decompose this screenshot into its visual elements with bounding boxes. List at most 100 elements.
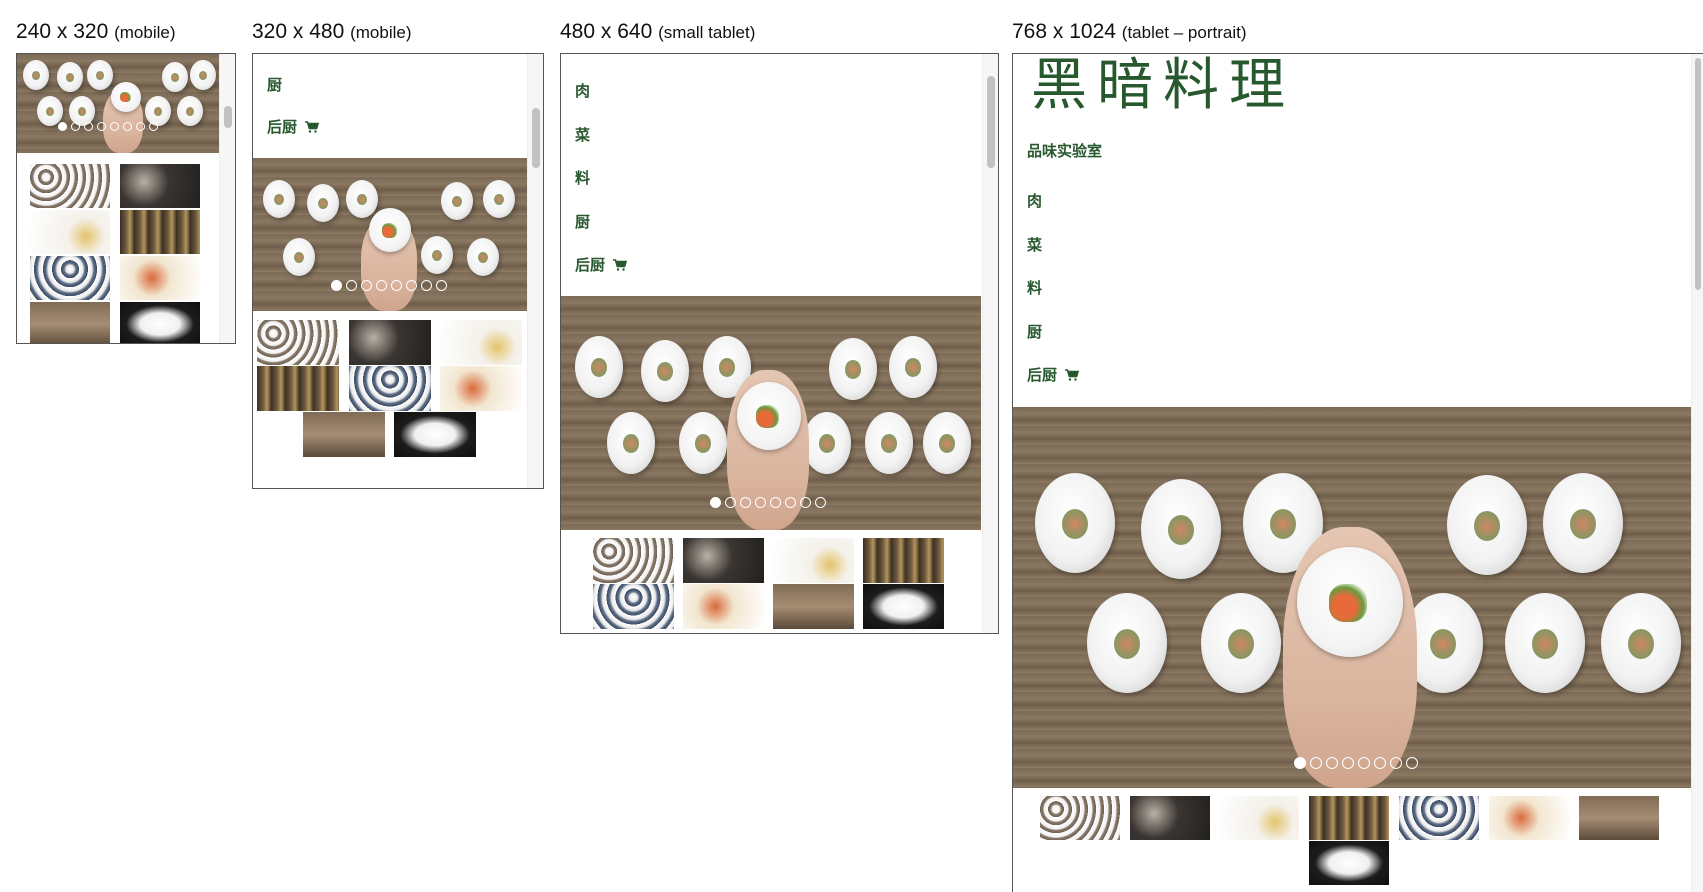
carousel-dot[interactable]: [800, 497, 811, 508]
gallery-thumbnail[interactable]: [683, 584, 764, 629]
scrollbar[interactable]: [1691, 54, 1703, 892]
gallery-thumbnail[interactable]: [1489, 796, 1569, 840]
bowl-image: [467, 238, 499, 276]
gallery-thumbnail[interactable]: [440, 320, 522, 365]
gallery-thumbnail[interactable]: [120, 302, 200, 343]
carousel-dot[interactable]: [725, 497, 736, 508]
hero-carousel[interactable]: [253, 158, 528, 311]
gallery-thumbnail[interactable]: [303, 412, 385, 457]
carousel-dot[interactable]: [58, 122, 67, 131]
carousel-dot[interactable]: [421, 280, 432, 291]
gallery-thumbnail[interactable]: [863, 538, 944, 583]
carousel-dot[interactable]: [1310, 757, 1322, 769]
gallery-thumbnail[interactable]: [593, 584, 674, 629]
hero-carousel[interactable]: [1013, 407, 1692, 788]
scrollbar-thumb[interactable]: [1695, 58, 1701, 290]
carousel-dot[interactable]: [84, 122, 93, 131]
viewport-frame-480[interactable]: 肉 菜 料 厨 后厨: [560, 53, 999, 634]
nav-link-chef[interactable]: 厨: [575, 211, 590, 232]
nav-link-chef[interactable]: 厨: [267, 74, 282, 95]
gallery-thumbnail[interactable]: [683, 538, 764, 583]
carousel-dot[interactable]: [1406, 757, 1418, 769]
gallery-thumbnail[interactable]: [1579, 796, 1659, 840]
held-bowl-image: [1297, 547, 1403, 657]
carousel-dot[interactable]: [740, 497, 751, 508]
scrollbar-thumb[interactable]: [532, 108, 540, 168]
nav-link-chef[interactable]: 厨: [1027, 321, 1042, 342]
carousel-dot[interactable]: [1390, 757, 1402, 769]
carousel-dot[interactable]: [149, 122, 158, 131]
gallery-thumbnail[interactable]: [349, 320, 431, 365]
nav-link-kitchen[interactable]: 后厨: [575, 254, 628, 275]
gallery-thumbnail[interactable]: [1309, 841, 1389, 885]
bowl-image: [190, 60, 216, 90]
carousel-dot[interactable]: [331, 280, 342, 291]
gallery-thumbnail[interactable]: [30, 164, 110, 208]
carousel-dot[interactable]: [1342, 757, 1354, 769]
viewport-frame-240[interactable]: [16, 53, 236, 344]
nav-link-meat[interactable]: 肉: [1027, 190, 1042, 211]
scrollbar-thumb[interactable]: [987, 76, 995, 168]
carousel-dot[interactable]: [1326, 757, 1338, 769]
gallery-thumbnail[interactable]: [257, 320, 339, 365]
carousel-dot[interactable]: [755, 497, 766, 508]
viewport-title-320: 320 x 480 (mobile): [252, 20, 412, 44]
carousel-dot[interactable]: [361, 280, 372, 291]
hero-carousel[interactable]: [561, 296, 981, 530]
scrollbar[interactable]: [982, 54, 998, 633]
viewport-size: 480 x 640: [560, 20, 653, 43]
carousel-dot[interactable]: [71, 122, 80, 131]
gallery-thumbnail[interactable]: [120, 256, 200, 300]
carousel-dot[interactable]: [376, 280, 387, 291]
nav-label: 后厨: [267, 119, 298, 136]
gallery-thumbnail[interactable]: [1130, 796, 1210, 840]
carousel-dot[interactable]: [815, 497, 826, 508]
gallery-thumbnail[interactable]: [30, 256, 110, 300]
gallery-thumbnail[interactable]: [30, 210, 110, 254]
carousel-dot[interactable]: [710, 497, 721, 508]
scrollbar[interactable]: [219, 54, 235, 343]
nav-link-veg[interactable]: 菜: [575, 124, 590, 145]
gallery-thumbnail[interactable]: [1219, 796, 1299, 840]
nav-link-veg[interactable]: 菜: [1027, 234, 1042, 255]
viewport-size: 768 x 1024: [1012, 20, 1116, 43]
carousel-dot[interactable]: [1294, 757, 1306, 769]
nav-link-ingredients[interactable]: 料: [575, 167, 590, 188]
gallery-thumbnail[interactable]: [394, 412, 476, 457]
hero-carousel[interactable]: [17, 54, 220, 153]
carousel-dot[interactable]: [391, 280, 402, 291]
nav-link-meat[interactable]: 肉: [575, 80, 590, 101]
carousel-dot[interactable]: [406, 280, 417, 291]
gallery-thumbnail[interactable]: [593, 538, 674, 583]
gallery-thumbnail[interactable]: [257, 366, 339, 411]
carousel-dot[interactable]: [123, 122, 132, 131]
gallery-thumbnail[interactable]: [773, 538, 854, 583]
viewport-frame-320[interactable]: 厨 后厨: [252, 53, 544, 489]
carousel-dot[interactable]: [346, 280, 357, 291]
scrollbar[interactable]: [527, 54, 543, 488]
viewport-frame-768[interactable]: 黑暗料理 品味实验室 肉 菜 料 厨 后厨: [1012, 53, 1703, 892]
carousel-dot[interactable]: [110, 122, 119, 131]
gallery-thumbnail[interactable]: [120, 164, 200, 208]
nav-link-kitchen[interactable]: 后厨: [1027, 364, 1080, 385]
carousel-dot[interactable]: [136, 122, 145, 131]
carousel-dot[interactable]: [436, 280, 447, 291]
carousel-dot[interactable]: [1374, 757, 1386, 769]
carousel-dot[interactable]: [97, 122, 106, 131]
gallery-thumbnail[interactable]: [1309, 796, 1389, 840]
gallery-thumbnail[interactable]: [773, 584, 854, 629]
scrollbar-thumb[interactable]: [224, 106, 232, 128]
carousel-dot[interactable]: [785, 497, 796, 508]
gallery-thumbnail[interactable]: [30, 302, 110, 343]
gallery-thumbnail[interactable]: [1399, 796, 1479, 840]
nav-label: 菜: [575, 127, 591, 144]
gallery-thumbnail[interactable]: [1040, 796, 1120, 840]
nav-link-kitchen[interactable]: 后厨: [267, 116, 320, 137]
gallery-thumbnail[interactable]: [120, 210, 200, 254]
gallery-thumbnail[interactable]: [863, 584, 944, 629]
gallery-thumbnail[interactable]: [349, 366, 431, 411]
gallery-thumbnail[interactable]: [440, 366, 522, 411]
carousel-dot[interactable]: [770, 497, 781, 508]
nav-link-ingredients[interactable]: 料: [1027, 277, 1042, 298]
carousel-dot[interactable]: [1358, 757, 1370, 769]
